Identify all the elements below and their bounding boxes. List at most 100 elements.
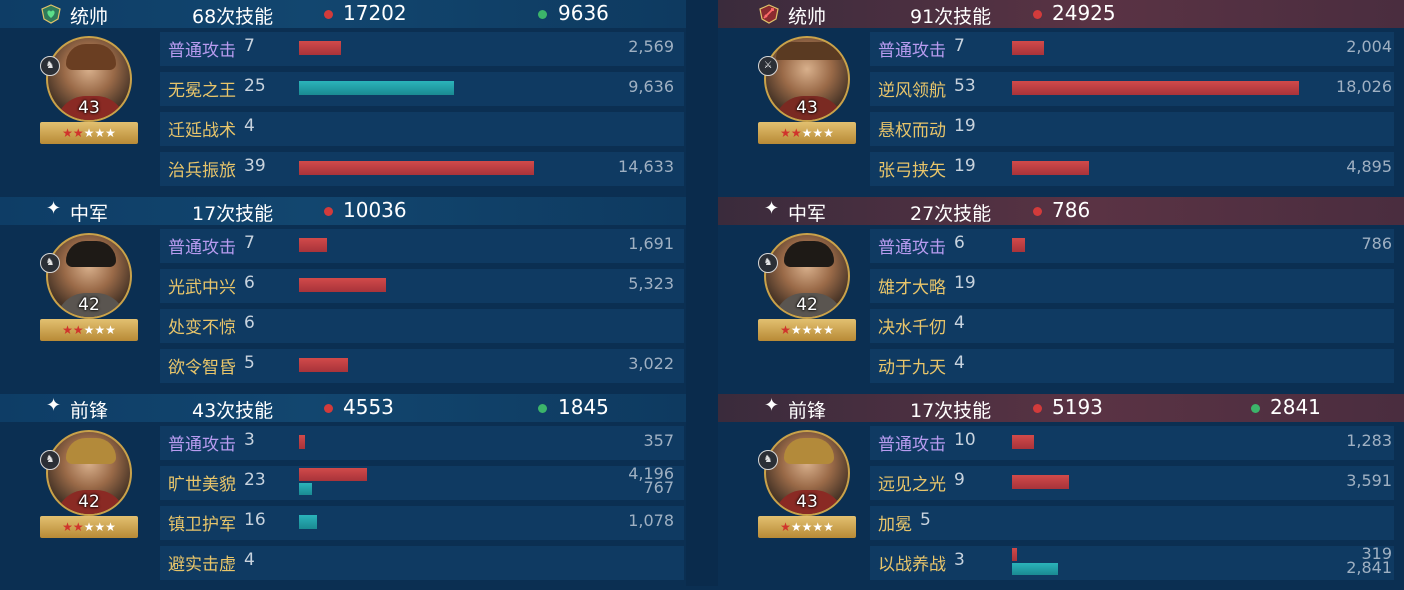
damage-dot-icon: [324, 404, 333, 413]
general-level: 43: [78, 98, 100, 118]
general-portrait[interactable]: 43 ★★★★★ ♞: [40, 36, 138, 144]
skill-cast-count: 17次技能: [910, 400, 992, 422]
damage-bar: [299, 238, 327, 252]
heal-bar: [1012, 563, 1058, 575]
general-block: ✦ 中军 17次技能 10036 普通攻击 7 1,691 光武中兴 6 5,3…: [0, 197, 686, 393]
total-damage: 4553: [343, 395, 394, 419]
heal-dot-icon: [538, 10, 547, 19]
cavalry-icon: ♞: [40, 450, 60, 470]
skill-row[interactable]: 治兵振旅 39 14,633: [0, 150, 686, 186]
cavalry-icon: ♞: [758, 450, 778, 470]
skill-damage-value: 4,895: [1346, 157, 1392, 176]
star-rating: ★★★★★: [758, 516, 856, 538]
total-heal: 1845: [558, 395, 609, 419]
red-star-icon: ★: [72, 126, 84, 140]
general-portrait[interactable]: 43 ★★★★★ ⚔: [758, 36, 856, 144]
damage-bar: [299, 358, 348, 372]
general-level: 42: [78, 492, 100, 512]
skill-row[interactable]: 避实击虚 4: [0, 544, 686, 580]
white-star-icon: ★: [105, 520, 116, 534]
skill-name: 避实击虚: [168, 555, 236, 575]
white-star-icon: ★: [801, 126, 813, 140]
white-star-icon: ★: [83, 323, 95, 337]
total-damage: 786: [1052, 198, 1091, 222]
skill-trigger-count: 4: [954, 353, 965, 373]
skill-row[interactable]: 以战养战 3 319 2,841: [718, 544, 1404, 580]
white-star-icon: ★: [94, 520, 106, 534]
skill-name: 决水千仞: [878, 318, 946, 338]
total-damage: 5193: [1052, 395, 1103, 419]
damage-dot-icon: [1033, 207, 1042, 216]
skill-row[interactable]: 动于九天 4: [718, 347, 1404, 383]
skill-name: 普通攻击: [168, 41, 236, 61]
damage-bar: [299, 41, 341, 55]
heal-bar: [299, 483, 312, 495]
skill-trigger-count: 4: [954, 313, 965, 333]
role-label: 中军: [788, 203, 827, 225]
skill-trigger-count: 4: [244, 116, 255, 136]
skill-trigger-count: 9: [954, 470, 965, 490]
role-label: 统帅: [788, 6, 827, 28]
skill-cast-count: 43次技能: [192, 400, 274, 422]
spear-icon: ⚔: [758, 56, 778, 76]
skill-name: 动于九天: [878, 358, 946, 378]
panel-divider: [686, 0, 718, 586]
team-left-panel: 统帅 68次技能 17202 9636 普通攻击 7 2,569 无冕之王 25…: [0, 0, 686, 586]
skill-name: 迁延战术: [168, 121, 236, 141]
general-level: 42: [78, 295, 100, 315]
damage-bar: [299, 278, 386, 292]
skill-trigger-count: 10: [954, 430, 976, 450]
sparkle-icon: ✦: [46, 198, 62, 219]
red-star-icon: ★: [72, 520, 84, 534]
general-portrait[interactable]: 42 ★★★★★ ♞: [758, 233, 856, 341]
damage-dot-icon: [1033, 10, 1042, 19]
white-star-icon: ★: [94, 323, 106, 337]
total-damage: 24925: [1052, 1, 1116, 25]
star-rating: ★★★★★: [40, 516, 138, 538]
skill-damage-value: 2,004: [1346, 37, 1392, 56]
white-star-icon: ★: [812, 323, 824, 337]
skill-name: 治兵振旅: [168, 161, 236, 181]
red-star-icon: ★: [72, 323, 84, 337]
skill-trigger-count: 4: [244, 550, 255, 570]
skill-name: 悬权而动: [878, 121, 946, 141]
skill-trigger-count: 19: [954, 273, 976, 293]
skill-trigger-count: 6: [244, 273, 255, 293]
skill-name: 逆风领航: [878, 81, 946, 101]
skill-cast-count: 91次技能: [910, 6, 992, 28]
skill-name: 雄才大略: [878, 278, 946, 298]
skill-damage-value: 1,691: [628, 234, 674, 253]
skill-row[interactable]: 欲令智昏 5 3,022: [0, 347, 686, 383]
star-rating: ★★★★★: [758, 319, 856, 341]
skill-cast-count: 17次技能: [192, 203, 274, 225]
general-portrait[interactable]: 42 ★★★★★ ♞: [40, 233, 138, 341]
skill-trigger-count: 6: [954, 233, 965, 253]
skill-damage-value: 18,026: [1336, 77, 1392, 96]
general-portrait[interactable]: 43 ★★★★★ ♞: [758, 430, 856, 538]
role-label: 前锋: [70, 400, 109, 422]
role-label: 统帅: [70, 6, 109, 28]
general-portrait[interactable]: 42 ★★★★★ ♞: [40, 430, 138, 538]
skill-row[interactable]: 张弓挟矢 19 4,895: [718, 150, 1404, 186]
skill-cast-count: 27次技能: [910, 203, 992, 225]
skill-name: 无冕之王: [168, 81, 236, 101]
skill-name: 以战养战: [878, 555, 946, 575]
skill-damage-value: 5,323: [628, 274, 674, 293]
skill-trigger-count: 5: [920, 510, 931, 530]
red-star-icon: ★: [790, 126, 802, 140]
skill-name: 普通攻击: [878, 238, 946, 258]
white-star-icon: ★: [801, 520, 813, 534]
red-star-icon: ★: [780, 126, 791, 140]
white-star-icon: ★: [790, 323, 802, 337]
skill-name: 处变不惊: [168, 318, 236, 338]
damage-bar: [1012, 548, 1017, 561]
cavalry-icon: ♞: [40, 56, 60, 76]
general-level: 43: [796, 98, 818, 118]
skill-damage-value: 3,022: [628, 354, 674, 373]
skill-trigger-count: 39: [244, 156, 266, 176]
sparkle-icon: ✦: [46, 395, 62, 416]
damage-bar: [1012, 475, 1069, 489]
total-damage: 17202: [343, 1, 407, 25]
star-rating: ★★★★★: [758, 122, 856, 144]
heal-bar: [299, 81, 454, 95]
